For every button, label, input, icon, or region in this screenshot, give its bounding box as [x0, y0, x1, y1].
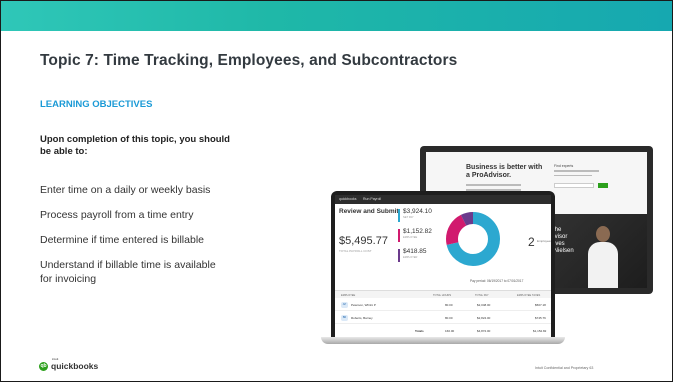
laptop: quickbooks Run Payroll Review and Submit…	[331, 191, 555, 337]
objective-2: Process payroll from a time entry	[40, 209, 194, 221]
employer-tax-label: EMPLOYER	[403, 256, 418, 259]
col-total-hours: TOTAL HOURS	[433, 294, 452, 297]
col-employee: EMPLOYEE	[341, 294, 356, 297]
table-row[interactable]: BR Roberts, Barney 80.00 $2,824.00 $745.…	[335, 312, 551, 324]
avatar: AP	[341, 302, 348, 308]
slide-title: Topic 7: Time Tracking, Employees, and S…	[40, 52, 458, 69]
employee-count-label: Employees	[537, 239, 551, 243]
objective-4-cont: for invoicing	[40, 273, 97, 285]
net-pay-label: NET PAY	[403, 216, 414, 219]
net-pay-amount: $3,924.10	[403, 208, 432, 215]
totals-taxes: $1,152.82	[533, 329, 547, 333]
totals-label: Totals	[415, 329, 424, 333]
total-payroll-amount: $5,495.77	[339, 235, 388, 247]
footer-confidential: Intuit Confidential and Proprietary 63	[535, 366, 594, 370]
row-pay: $2,048.00	[477, 303, 491, 307]
intro-text: Upon completion of this topic, you shoul…	[40, 134, 330, 158]
app-nav-title: Run Payroll	[363, 197, 382, 201]
qb-logo-icon: qb	[39, 361, 48, 371]
totals-pay: $4,872.00	[477, 329, 491, 333]
employee-tax-amount: $1,152.82	[403, 228, 432, 235]
col-employee-taxes: EMPLOYEE TAXES	[517, 294, 541, 297]
total-payroll-label: TOTAL PAYROLL COST	[339, 249, 372, 253]
monitor-search-field	[554, 183, 594, 188]
row-pay: $2,824.00	[477, 316, 491, 320]
intro-line-1: Upon completion of this topic, you shoul…	[40, 134, 230, 145]
row-hours: 80.00	[445, 303, 453, 307]
quickbooks-logo: qb intuit quickbooks	[39, 357, 99, 371]
totals-hours: 160.00	[445, 329, 455, 333]
net-pay-item: $3,924.10 NET PAY	[398, 208, 432, 222]
app-nav-bar: quickbooks Run Payroll	[335, 195, 551, 204]
employee-name: Peterson, Whitni P	[351, 303, 376, 307]
table-row[interactable]: AP Peterson, Whitni P 80.00 $2,048.00 $5…	[335, 299, 551, 311]
intro-line-2: be able to:	[40, 146, 88, 157]
monitor-search-button	[598, 183, 608, 188]
review-heading: Review and Submit	[339, 208, 399, 215]
row-taxes: $507.18	[535, 303, 546, 307]
avatar: BR	[341, 315, 348, 321]
section-label: LEARNING OBJECTIVES	[40, 99, 153, 110]
objective-4: Understand if billable time is available	[40, 259, 216, 271]
employee-tax-item: $1,152.82 EMPLOYEE	[398, 228, 432, 242]
employer-tax-amount: $418.85	[403, 248, 427, 255]
intuit-mark: intuit	[52, 357, 59, 361]
top-accent-bar	[1, 1, 672, 31]
pay-period: Pay period: 06/19/2017 to 07/01/2017	[470, 279, 524, 283]
laptop-base	[321, 337, 565, 344]
proadvisor-photo	[588, 220, 618, 288]
col-total-pay: TOTAL PAY	[475, 294, 489, 297]
employer-tax-item: $418.85 EMPLOYER	[398, 248, 427, 262]
row-taxes: $745.76	[535, 316, 546, 320]
objective-3: Determine if time entered is billable	[40, 234, 204, 246]
table-totals-row: Totals 160.00 $4,872.00 $1,152.82	[335, 325, 551, 335]
payroll-table-header: EMPLOYEE TOTAL HOURS TOTAL PAY EMPLOYEE …	[335, 290, 551, 298]
employee-name: Roberts, Barney	[351, 316, 373, 320]
quickbooks-wordmark: quickbooks	[51, 361, 99, 371]
payroll-donut-chart	[446, 212, 500, 266]
slide: Topic 7: Time Tracking, Employees, and S…	[0, 0, 673, 382]
monitor-side-panel: Find experts	[554, 164, 629, 179]
laptop-screen: quickbooks Run Payroll Review and Submit…	[335, 195, 551, 337]
objective-1: Enter time on a daily or weekly basis	[40, 184, 211, 196]
monitor-side-title: Find experts	[554, 164, 574, 168]
monitor-headline: Business is better with a ProAdvisor.	[466, 164, 543, 179]
employee-count: 2	[528, 235, 535, 249]
employee-tax-label: EMPLOYEE	[403, 236, 418, 239]
row-hours: 80.00	[445, 316, 453, 320]
app-logo: quickbooks	[339, 197, 357, 201]
